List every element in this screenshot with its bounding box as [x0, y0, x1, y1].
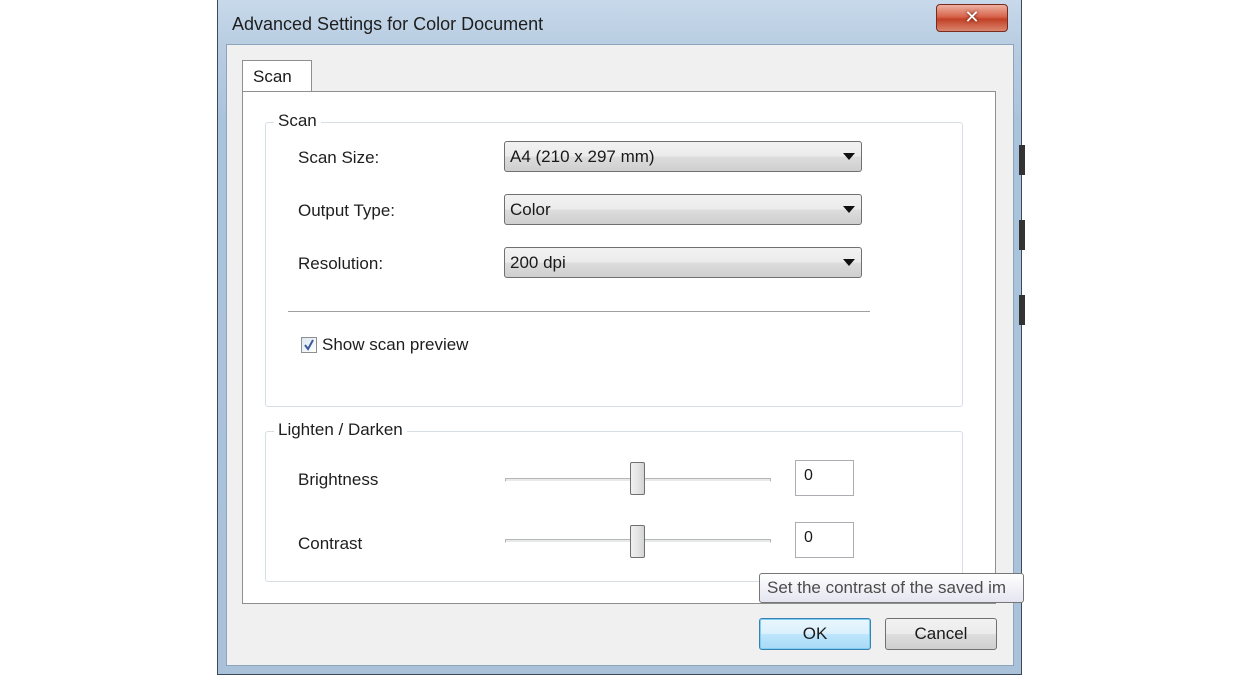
contrast-tooltip: Set the contrast of the saved im	[759, 573, 1024, 603]
show-scan-preview-label[interactable]: Show scan preview	[322, 335, 468, 355]
scan-group-title: Scan	[274, 111, 321, 131]
tab-scan-label: Scan	[253, 67, 292, 86]
lighten-darken-group-title: Lighten / Darken	[274, 420, 407, 440]
show-scan-preview-checkbox[interactable]	[301, 337, 317, 353]
brightness-slider-thumb[interactable]	[630, 462, 645, 495]
close-button[interactable]: ✕	[936, 4, 1008, 32]
tab-panel-scan: Scan Scan Size: A4 (210 x 297 mm) Output…	[242, 91, 996, 604]
close-icon: ✕	[964, 7, 980, 27]
brightness-label: Brightness	[298, 470, 379, 489]
cancel-button[interactable]: Cancel	[885, 618, 997, 650]
checkmark-icon	[304, 339, 314, 351]
contrast-label: Contrast	[298, 534, 363, 553]
background-window-edge	[1019, 295, 1025, 325]
lighten-darken-group: Lighten / Darken Brightness 0 Contrast 0	[265, 420, 963, 582]
scan-group: Scan Scan Size: A4 (210 x 297 mm) Output…	[265, 111, 963, 407]
brightness-value: 0	[804, 467, 813, 484]
contrast-input[interactable]: 0	[795, 522, 854, 558]
scan-size-value: A4 (210 x 297 mm)	[510, 147, 655, 166]
tab-scan[interactable]: Scan	[242, 60, 312, 92]
window-title: Advanced Settings for Color Document	[232, 14, 544, 34]
scan-size-label: Scan Size:	[298, 148, 380, 167]
output-type-label: Output Type:	[298, 201, 396, 220]
resolution-label: Resolution:	[298, 254, 384, 273]
background-window-edge	[1019, 220, 1025, 250]
chevron-down-icon	[843, 206, 855, 213]
chevron-down-icon	[843, 259, 855, 266]
contrast-slider-thumb[interactable]	[630, 525, 645, 558]
contrast-value: 0	[804, 529, 813, 546]
scan-size-dropdown[interactable]: A4 (210 x 297 mm)	[504, 141, 862, 172]
background-window-edge	[1019, 145, 1025, 175]
divider	[288, 311, 870, 313]
resolution-value: 200 dpi	[510, 253, 566, 272]
resolution-dropdown[interactable]: 200 dpi	[504, 247, 862, 278]
output-type-dropdown[interactable]: Color	[504, 194, 862, 225]
chevron-down-icon	[843, 153, 855, 160]
ok-button[interactable]: OK	[759, 618, 871, 650]
tooltip-text: Set the contrast of the saved im	[767, 578, 1007, 597]
brightness-input[interactable]: 0	[795, 460, 854, 496]
output-type-value: Color	[510, 200, 551, 219]
